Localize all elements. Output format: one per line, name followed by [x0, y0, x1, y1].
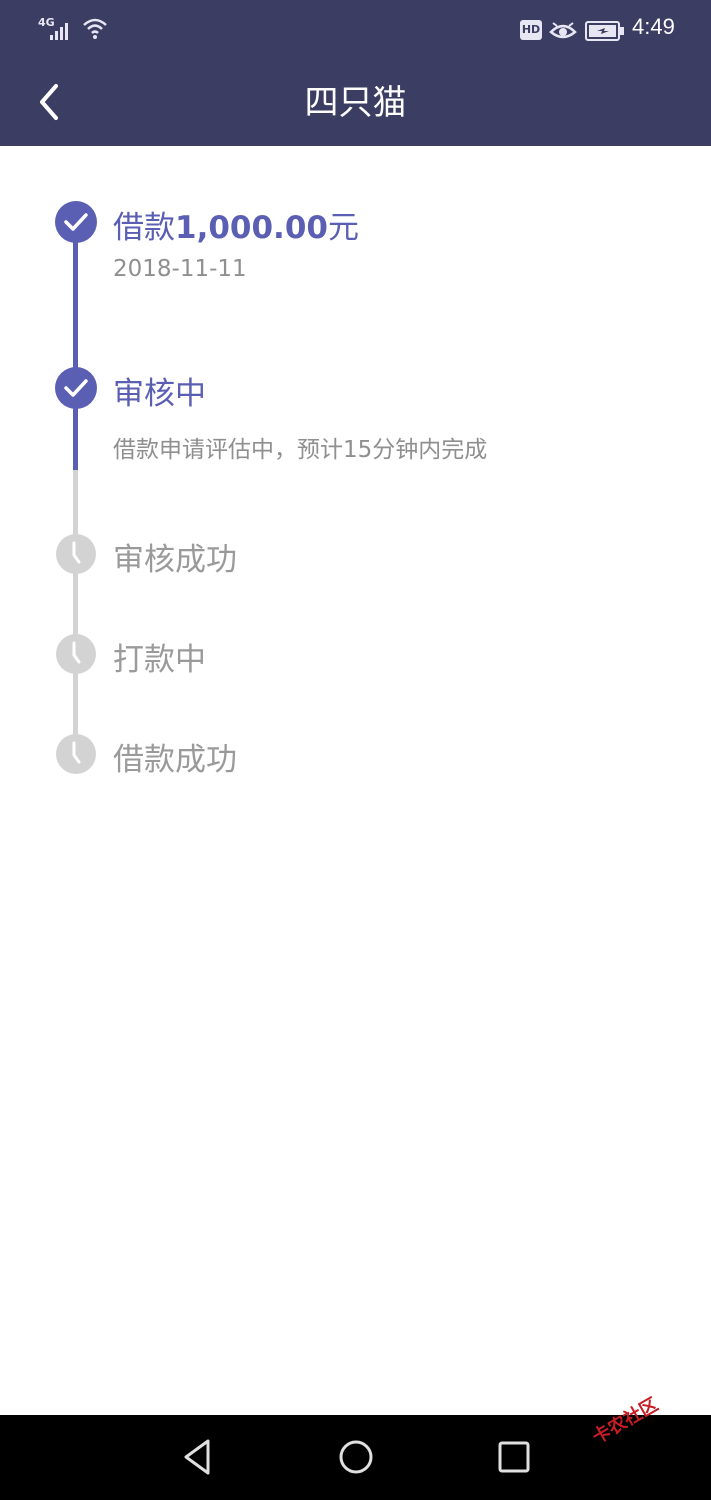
clock-icon: [56, 734, 96, 774]
loan-amount: 1,000.00: [175, 210, 328, 246]
signal-icon: [50, 23, 68, 40]
battery-icon: [585, 21, 624, 41]
step-title-loan-success: 借款成功: [113, 742, 237, 778]
clock: 4:49: [632, 14, 675, 39]
page-title: 四只猫: [304, 83, 407, 123]
step-title-disbursing: 打款中: [113, 642, 206, 678]
check-icon: [55, 201, 97, 243]
wifi-icon: [83, 18, 107, 39]
progress-line-pending: [73, 470, 78, 760]
step-title-prefix: 借款: [113, 210, 175, 246]
hd-icon: HD: [520, 20, 542, 40]
clock-icon: [56, 634, 96, 674]
app-header: 4G HD 4:49 四只猫: [0, 0, 711, 146]
status-bar: 4G HD 4:49: [0, 0, 711, 60]
home-circle-icon[interactable]: [334, 1435, 378, 1479]
step-title-loan-amount: 借款1,000.00元: [113, 202, 359, 247]
clock-icon: [56, 534, 96, 574]
step-title-review-success: 审核成功: [113, 542, 237, 578]
eye-icon: [549, 22, 577, 39]
progress-line-done: [73, 218, 78, 470]
check-icon: [55, 367, 97, 409]
back-triangle-icon[interactable]: [178, 1435, 218, 1479]
review-description: 借款申请评估中，预计15分钟内完成: [113, 437, 488, 463]
currency-unit: 元: [327, 210, 359, 246]
step-title-reviewing: 审核中: [113, 376, 206, 412]
recent-square-icon[interactable]: [492, 1435, 536, 1479]
loan-date: 2018-11-11: [113, 256, 247, 282]
